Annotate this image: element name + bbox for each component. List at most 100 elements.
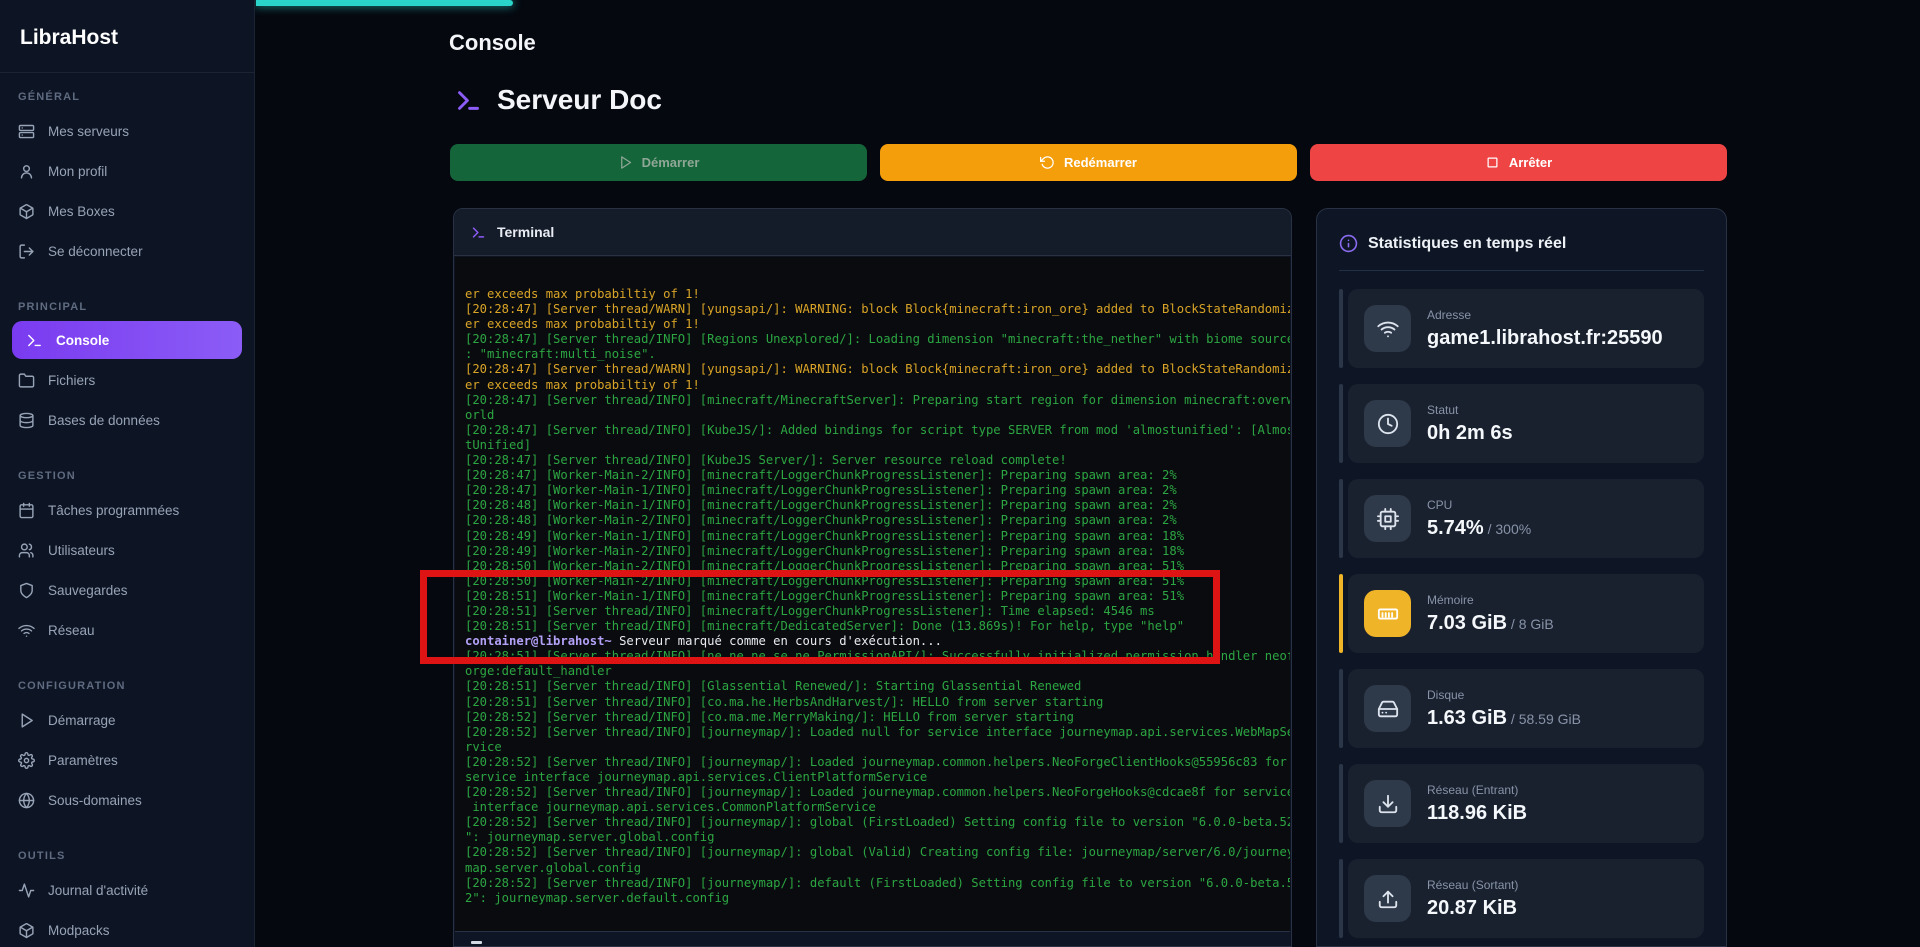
stat-card-body: Mémoire 7.03 GiB / 8 GiB [1348, 574, 1704, 653]
sidebar-item-mon-profil[interactable]: Mon profil [0, 151, 254, 191]
terminal-log[interactable]: er exceeds max probabiltiy of 1![20:28:4… [455, 257, 1290, 931]
terminal-log-line: [20:28:48] [Worker-Main-1/INFO] [minecra… [465, 498, 1280, 513]
sidebar-item-se-deconnecter[interactable]: Se déconnecter [0, 231, 254, 271]
stat-value-main: 7.03 GiB [1427, 612, 1507, 634]
terminal-log-line: [20:28:48] [Worker-Main-2/INFO] [minecra… [465, 513, 1280, 528]
terminal-log-line: 2": journeymap.server.default.config [465, 891, 1280, 906]
sidebar-item-fichiers[interactable]: Fichiers [0, 360, 254, 400]
demarrer-button[interactable]: Démarrer [450, 144, 867, 181]
stats-panel-header: Statistiques en temps réel [1339, 234, 1704, 253]
sidebar-item-label: Modpacks [48, 923, 110, 938]
terminal-log-line: [20:28:47] [Server thread/INFO] [minecra… [465, 393, 1280, 408]
stat-card-body: Disque1.63 GiB / 58.59 GiB [1348, 669, 1704, 748]
button-label: Démarrer [642, 155, 700, 170]
stat-label: CPU [1427, 498, 1531, 512]
sidebar-section-label: CONFIGURATION [18, 680, 236, 692]
terminal-log-line: [20:28:51] [Server thread/INFO] [minecra… [465, 619, 1280, 634]
stat-value-main: 118.96 KiB [1427, 802, 1527, 824]
stat-label: Statut [1427, 403, 1513, 417]
stat-value-main: 5.74% [1427, 517, 1484, 539]
terminal-panel-header: Terminal [454, 209, 1291, 256]
server-icon [18, 123, 35, 140]
stat-value: 7.03 GiB / 8 GiB [1427, 612, 1554, 635]
terminal-input-prompt-partial [471, 941, 482, 944]
sidebar-nav: GÉNÉRALMes serveursMon profilMes BoxesSe… [0, 73, 254, 947]
stat-value: 20.87 KiB [1427, 897, 1518, 920]
terminal-log-line: orge:default_handler [465, 664, 1280, 679]
sidebar-item-utilisateurs[interactable]: Utilisateurs [0, 530, 254, 570]
stat-card-body: CPU5.74% / 300% [1348, 479, 1704, 558]
sidebar-item-modpacks[interactable]: Modpacks [0, 910, 254, 947]
stat-label: Réseau (Entrant) [1427, 783, 1527, 797]
user-icon [18, 163, 35, 180]
terminal-log-line: [20:28:47] [Server thread/INFO] [KubeJS/… [465, 423, 1280, 438]
stat-label: Mémoire [1427, 593, 1554, 607]
sidebar-item-label: Sauvegardes [48, 583, 128, 598]
sidebar-item-label: Journal d'activité [48, 883, 148, 898]
calendar-icon [18, 502, 35, 519]
sidebar-section-general: GÉNÉRALMes serveursMon profilMes BoxesSe… [0, 91, 254, 271]
sidebar-item-journal-d-activite[interactable]: Journal d'activité [0, 870, 254, 910]
stat-value-suffix: / 8 GiB [1507, 616, 1554, 632]
sidebar-item-taches-programmees[interactable]: Tâches programmées [0, 490, 254, 530]
terminal-log-line: [20:28:47] [Server thread/WARN] [yungsap… [465, 302, 1280, 317]
terminal-log-line: rvice [465, 740, 1280, 755]
sidebar-item-demarrage[interactable]: Démarrage [0, 700, 254, 740]
terminal-log-line: : "minecraft:multi_noise". [465, 347, 1280, 362]
sidebar-item-sous-domaines[interactable]: Sous-domaines [0, 780, 254, 820]
stat-card-reseau-sortant: Réseau (Sortant)20.87 KiB [1339, 859, 1704, 938]
terminal-input-row[interactable] [455, 931, 1290, 946]
terminal-log-line: [20:28:51] [Server thread/INFO] [ne.ne.n… [465, 649, 1280, 664]
loading-progress-bar [256, 0, 513, 6]
sidebar-item-label: Utilisateurs [48, 543, 115, 558]
terminal-log-line: [20:28:50] [Worker-Main-2/INFO] [minecra… [465, 574, 1280, 589]
globe-icon [18, 792, 35, 809]
sidebar-item-reseau[interactable]: Réseau [0, 610, 254, 650]
sidebar-item-parametres[interactable]: Paramètres [0, 740, 254, 780]
stat-card-accent [1339, 669, 1343, 748]
terminal-icon [26, 332, 43, 349]
stop-icon [1485, 155, 1500, 170]
brand-logo: LibraHost [0, 0, 254, 73]
folder-icon [18, 372, 35, 389]
wifi-icon [1364, 305, 1411, 352]
sidebar-item-mes-serveurs[interactable]: Mes serveurs [0, 111, 254, 151]
sidebar-item-label: Fichiers [48, 373, 95, 388]
stat-label: Disque [1427, 688, 1581, 702]
stat-card-cpu: CPU5.74% / 300% [1339, 479, 1704, 558]
play-icon [618, 155, 633, 170]
sidebar-item-sauvegardes[interactable]: Sauvegardes [0, 570, 254, 610]
main-content: Console Serveur Doc DémarrerRedémarrerAr… [255, 0, 1920, 947]
button-label: Redémarrer [1064, 155, 1137, 170]
sidebar-item-label: Bases de données [48, 413, 160, 428]
terminal-log-line: map.server.global.config [465, 861, 1280, 876]
terminal-panel: Terminal er exceeds max probabiltiy of 1… [453, 208, 1292, 947]
logout-icon [18, 243, 35, 260]
terminal-log-line: ": journeymap.server.global.config [465, 830, 1280, 845]
stat-card-reseau-entrant: Réseau (Entrant) 118.96 KiB [1339, 764, 1704, 843]
sidebar-item-label: Tâches programmées [48, 503, 179, 518]
terminal-log-line: service interface journeymap.api.service… [465, 770, 1280, 785]
terminal-log-line: [20:28:51] [Server thread/INFO] [minecra… [465, 604, 1280, 619]
cpu-icon [1364, 495, 1411, 542]
sidebar-item-mes-boxes[interactable]: Mes Boxes [0, 191, 254, 231]
terminal-log-line: [20:28:51] [Worker-Main-1/INFO] [minecra… [465, 589, 1280, 604]
sidebar-item-label: Paramètres [48, 753, 118, 768]
redemarrer-button[interactable]: Redémarrer [880, 144, 1297, 181]
stats-cards: Adressegame1.librahost.fr:25590Statut0h … [1339, 289, 1704, 938]
stat-card-accent [1339, 574, 1343, 653]
sidebar-item-console[interactable]: Console [12, 321, 242, 359]
gear-icon [18, 752, 35, 769]
sidebar-item-label: Mes Boxes [48, 204, 115, 219]
terminal-log-line: er exceeds max probabiltiy of 1! [465, 287, 1280, 302]
sidebar-item-bases-de-donnees[interactable]: Bases de données [0, 400, 254, 440]
terminal-log-line: [20:28:52] [Server thread/INFO] [journey… [465, 815, 1280, 830]
stat-card-body: Adressegame1.librahost.fr:25590 [1348, 289, 1704, 368]
terminal-log-line: [20:28:52] [Server thread/INFO] [journey… [465, 876, 1280, 891]
stat-card-adresse: Adressegame1.librahost.fr:25590 [1339, 289, 1704, 368]
memory-icon [1364, 590, 1411, 637]
sidebar-section-gestion: GESTIONTâches programméesUtilisateursSau… [0, 470, 254, 650]
terminal-log-line: [20:28:47] [Server thread/INFO] [Regions… [465, 332, 1280, 347]
terminal-icon [471, 225, 486, 240]
arreter-button[interactable]: Arrêter [1310, 144, 1727, 181]
